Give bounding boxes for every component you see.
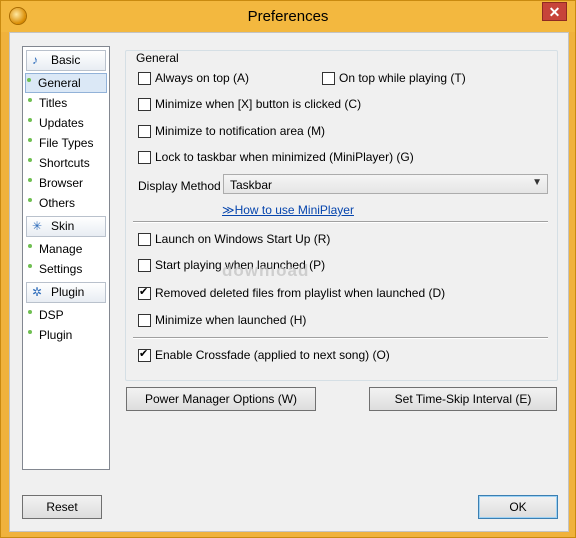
nav-item-label: Settings	[39, 262, 83, 276]
checkbox-label: Minimize when [X] button is clicked (C)	[155, 97, 362, 111]
nav-item-label: File Types	[39, 136, 94, 150]
set-time-skip-interval-button[interactable]: Set Time-Skip Interval (E)	[369, 387, 557, 411]
on-top-while-playing-checkbox[interactable]: On top while playing (T)	[322, 71, 466, 87]
window-title: Preferences	[247, 8, 329, 25]
nav-item-label: General	[38, 76, 81, 90]
nav-item-shortcuts[interactable]: Shortcuts	[23, 153, 109, 173]
nav-item-others[interactable]: Others	[23, 193, 109, 213]
nav-group-label: Skin	[51, 219, 75, 233]
checkbox-box[interactable]	[138, 72, 151, 85]
display-method-select[interactable]: Taskbar ▼	[223, 174, 548, 194]
bullet-icon	[28, 138, 32, 142]
how-to-use-miniplayer-link[interactable]: ≫How to use MiniPlayer	[222, 203, 354, 217]
nav-group-label: Basic	[51, 53, 81, 67]
nav-item-label: Shortcuts	[39, 156, 90, 170]
nav-item-label: Manage	[39, 242, 83, 256]
bullet-icon	[28, 98, 32, 102]
nav-item-dsp[interactable]: DSP	[23, 305, 109, 325]
bullet-icon	[27, 78, 31, 82]
minimize-to-tray-checkbox[interactable]: Minimize to notification area (M)	[138, 124, 325, 140]
nav-item-label: Plugin	[39, 328, 73, 342]
general-legend: General	[134, 51, 181, 65]
nav-group-plugin[interactable]: ✲ Plugin	[26, 282, 106, 303]
bullet-icon	[28, 118, 32, 122]
checkbox-label: On top while playing (T)	[339, 71, 466, 85]
always-on-top-checkbox[interactable]: Always on top (A)	[138, 71, 249, 87]
bullet-icon	[28, 178, 32, 182]
nav-item-file-types[interactable]: File Types	[23, 133, 109, 153]
nav-item-titles[interactable]: Titles	[23, 93, 109, 113]
gear-icon: ✲	[32, 285, 43, 299]
ok-button[interactable]: OK	[478, 495, 558, 519]
display-method-label: Display Method	[138, 179, 221, 193]
category-navigation: ♪ Basic General Titles Updates File Type…	[22, 46, 110, 470]
nav-item-label: Titles	[39, 96, 68, 110]
minimize-when-launched-checkbox[interactable]: Minimize when launched (H)	[138, 313, 306, 329]
checkbox-label: Removed deleted files from playlist when…	[155, 286, 446, 300]
separator	[133, 337, 548, 339]
nav-item-label: Others	[39, 196, 76, 210]
bullet-icon	[28, 244, 32, 248]
launch-on-startup-checkbox[interactable]: Launch on Windows Start Up (R)	[138, 232, 330, 248]
bullet-icon	[28, 330, 32, 334]
checkbox-box[interactable]	[138, 125, 151, 138]
enable-crossfade-checkbox[interactable]: Enable Crossfade (applied to next song) …	[138, 347, 390, 364]
nav-item-plugin[interactable]: Plugin	[23, 325, 109, 345]
checkbox-box[interactable]	[138, 259, 151, 272]
nav-item-settings[interactable]: Settings	[23, 259, 109, 279]
bullet-icon	[28, 158, 32, 162]
bullet-icon	[28, 310, 32, 314]
nav-item-label: Browser	[39, 176, 84, 190]
nav-item-updates[interactable]: Updates	[23, 113, 109, 133]
checkbox-box[interactable]	[138, 98, 151, 111]
bullet-icon	[28, 198, 32, 202]
chevron-down-icon[interactable]: ▼	[532, 177, 542, 188]
checkbox-box[interactable]	[138, 233, 151, 246]
power-manager-options-button[interactable]: Power Manager Options (W)	[126, 387, 316, 411]
music-note-icon: ♪	[32, 53, 38, 67]
nav-item-label: Updates	[39, 116, 84, 130]
lock-to-taskbar-checkbox[interactable]: Lock to taskbar when minimized (MiniPlay…	[138, 150, 414, 166]
checkbox-box[interactable]	[322, 72, 335, 85]
separator	[133, 221, 548, 223]
display-method-value: Taskbar	[230, 178, 273, 192]
checkbox-label: Always on top (A)	[155, 71, 250, 85]
removed-deleted-files-checkbox[interactable]: Removed deleted files from playlist when…	[138, 285, 446, 302]
title-bar: Preferences ✕	[1, 1, 575, 32]
checkbox-label: Minimize when launched (H)	[155, 313, 307, 327]
checkbox-box[interactable]	[138, 347, 151, 362]
bullet-icon	[28, 264, 32, 268]
checkbox-label: Launch on Windows Start Up (R)	[155, 232, 331, 246]
nav-group-basic[interactable]: ♪ Basic	[26, 50, 106, 71]
close-button[interactable]: ✕	[542, 2, 567, 21]
checkbox-box[interactable]	[138, 151, 151, 164]
nav-item-browser[interactable]: Browser	[23, 173, 109, 193]
sparkle-icon: ✳	[32, 219, 43, 233]
checkbox-label: Lock to taskbar when minimized (MiniPlay…	[155, 150, 414, 164]
preferences-window: Preferences ✕ ♪ Basic General Titles Upd…	[0, 0, 576, 538]
nav-item-label: DSP	[39, 308, 64, 322]
checkbox-box[interactable]	[138, 285, 151, 300]
checkbox-label: Minimize to notification area (M)	[155, 124, 326, 138]
nav-group-label: Plugin	[51, 285, 85, 299]
minimize-on-x-checkbox[interactable]: Minimize when [X] button is clicked (C)	[138, 97, 361, 113]
checkbox-label: Enable Crossfade (applied to next song) …	[155, 348, 390, 362]
nav-group-skin[interactable]: ✳ Skin	[26, 216, 106, 237]
dialog-client-area: ♪ Basic General Titles Updates File Type…	[9, 32, 569, 532]
nav-item-manage[interactable]: Manage	[23, 239, 109, 259]
checkbox-box[interactable]	[138, 314, 151, 327]
nav-item-general[interactable]: General	[25, 73, 107, 93]
watermark: download	[222, 261, 310, 280]
reset-button[interactable]: Reset	[22, 495, 102, 519]
